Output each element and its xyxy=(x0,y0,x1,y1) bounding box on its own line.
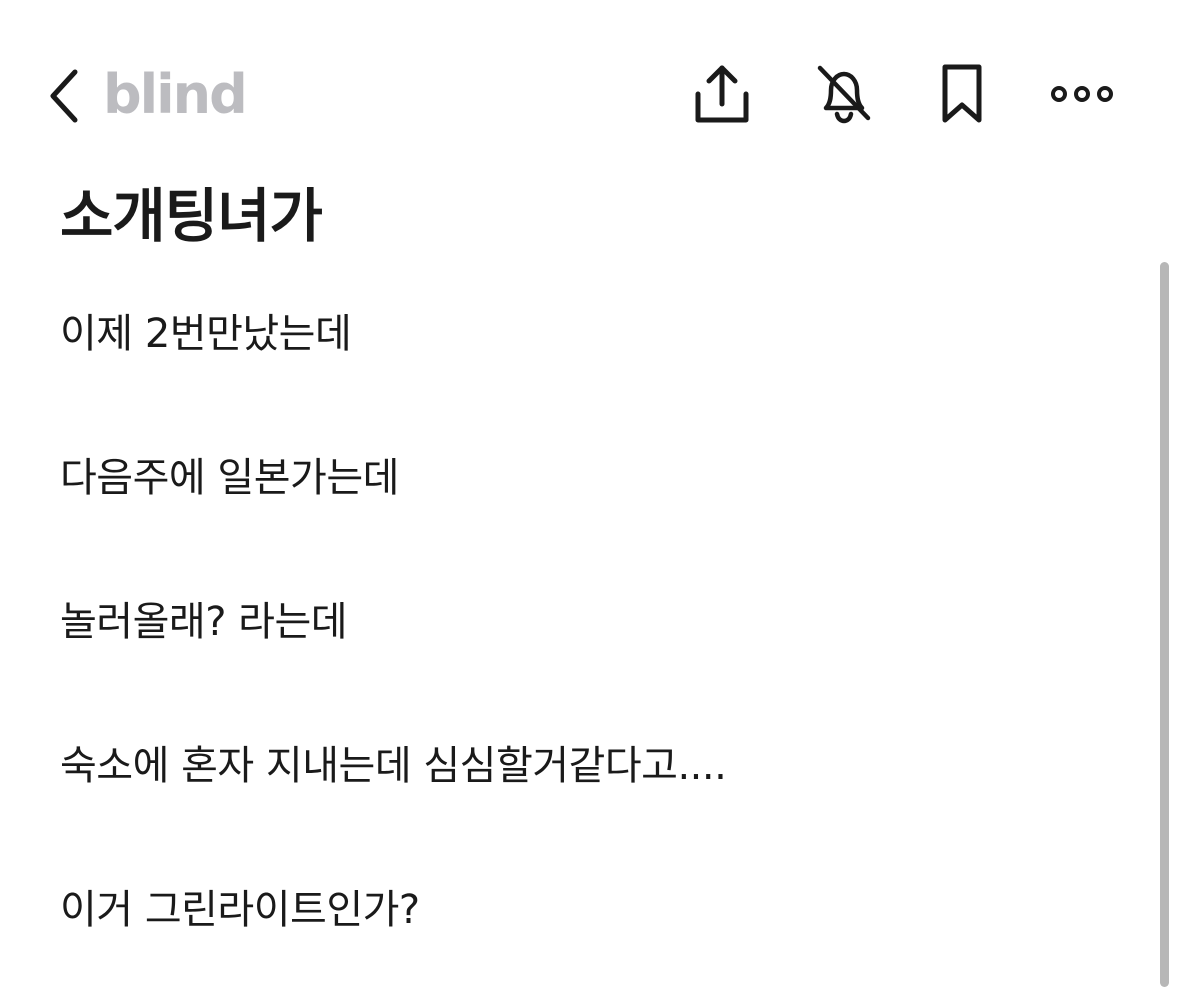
more-options-button[interactable] xyxy=(1050,62,1114,126)
scrollbar[interactable] xyxy=(1160,262,1169,987)
post-body-line: 이제 2번만났는데 xyxy=(60,311,352,357)
post-title: 소개팅녀가 xyxy=(60,182,323,250)
share-button[interactable] xyxy=(690,62,754,126)
top-navigation-bar: blind xyxy=(0,0,1179,190)
post-body-line: 이거 그린라이트인가? xyxy=(60,887,420,933)
bookmark-icon xyxy=(942,64,982,123)
share-icon xyxy=(695,65,749,123)
back-button[interactable] xyxy=(40,66,88,126)
post-body-line: 숙소에 혼자 지내는데 심심할거같다고.... xyxy=(60,743,727,789)
post-header: 소개팅녀가 xyxy=(60,178,1140,254)
bell-off-icon xyxy=(817,65,871,124)
post-body-line: 다음주에 일본가는데 xyxy=(60,455,399,501)
bookmark-button[interactable] xyxy=(930,62,994,126)
more-horizontal-icon xyxy=(1051,86,1113,102)
brand-logo[interactable]: blind xyxy=(103,62,248,128)
chevron-left-icon xyxy=(50,69,78,123)
post-body-line: 놀러올래? 라는데 xyxy=(60,599,348,645)
notifications-off-button[interactable] xyxy=(812,62,876,126)
